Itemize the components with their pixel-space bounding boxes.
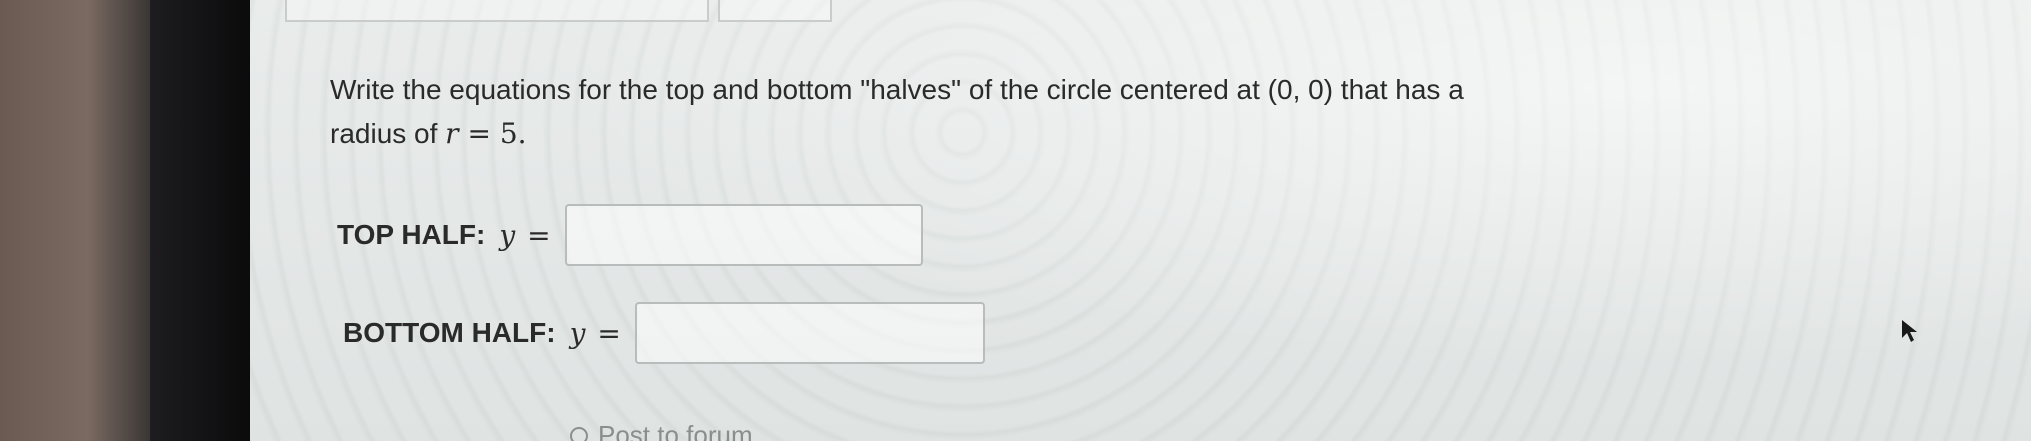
bottom-half-equals: = bbox=[597, 316, 621, 350]
bottom-half-variable: y bbox=[569, 316, 586, 350]
top-half-input[interactable] bbox=[564, 204, 923, 266]
question-line-1: Write the equations for the top and bott… bbox=[330, 74, 1464, 105]
monitor-bezel-inner bbox=[150, 0, 250, 441]
bottom-half-label: BOTTOM HALF: bbox=[343, 317, 556, 348]
monitor-bezel bbox=[0, 0, 250, 441]
top-half-variable: y bbox=[499, 218, 516, 252]
math-eq: = 5. bbox=[458, 117, 527, 150]
top-tab[interactable] bbox=[285, 0, 709, 22]
post-to-forum-link[interactable]: Post to forum bbox=[570, 420, 753, 441]
bottom-half-row: BOTTOM HALF: y = bbox=[343, 301, 985, 365]
mouse-cursor-icon bbox=[1902, 320, 1917, 342]
comment-icon bbox=[570, 426, 588, 441]
bottom-half-input[interactable] bbox=[634, 302, 985, 364]
question-line-2: radius of bbox=[330, 118, 446, 149]
top-half-equals: = bbox=[527, 218, 551, 252]
photo-of-screen: Write the equations for the top and bott… bbox=[0, 0, 2031, 441]
question-text: Write the equations for the top and bott… bbox=[330, 68, 1780, 156]
math-r: r bbox=[445, 117, 459, 150]
top-tab-small[interactable] bbox=[718, 0, 832, 22]
top-half-label: TOP HALF: bbox=[337, 219, 486, 250]
top-half-row: TOP HALF: y = bbox=[337, 203, 923, 267]
post-to-forum-label: Post to forum bbox=[598, 420, 753, 441]
